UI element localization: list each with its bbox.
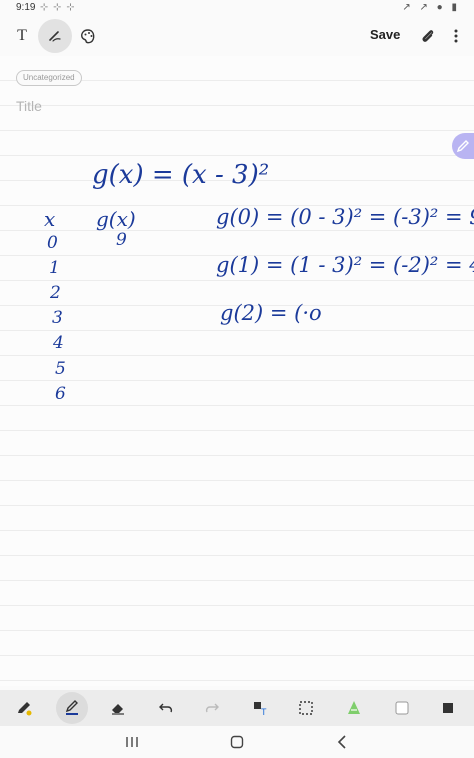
pen-settings-button[interactable] xyxy=(432,692,464,724)
highlighter-pen-icon xyxy=(18,702,32,716)
system-status-icons: ↗ ↗ ● ▮ xyxy=(402,2,460,13)
recent-apps-icon xyxy=(126,737,138,747)
back-icon xyxy=(337,735,346,749)
save-button[interactable]: Save xyxy=(370,27,400,42)
text-recognition-button[interactable]: T xyxy=(244,692,276,724)
eraser-icon xyxy=(112,704,124,715)
pen-mode-button[interactable] xyxy=(38,19,72,53)
selection-button[interactable] xyxy=(290,692,322,724)
title-input[interactable]: Title xyxy=(16,98,42,114)
settings-icon xyxy=(443,703,453,713)
recent-apps-button[interactable] xyxy=(112,728,152,756)
palette-icon xyxy=(81,29,95,44)
drawing-mode-button[interactable] xyxy=(72,20,104,52)
more-vertical-icon xyxy=(454,29,458,43)
text-icon: T xyxy=(17,27,27,44)
text-mode-button[interactable]: T xyxy=(6,20,38,52)
pen-tool-icon xyxy=(65,700,78,715)
undo-button[interactable] xyxy=(150,692,182,724)
pen-icon xyxy=(49,31,61,42)
text-recognition-icon: T xyxy=(254,702,267,717)
redo-button[interactable] xyxy=(196,692,228,724)
color-swatch-icon xyxy=(395,701,409,715)
svg-text:T: T xyxy=(261,707,267,717)
back-button[interactable] xyxy=(322,728,362,756)
paperclip-icon xyxy=(422,30,434,42)
note-canvas[interactable] xyxy=(0,56,474,686)
pencil-icon xyxy=(456,140,469,153)
eraser-button[interactable] xyxy=(102,692,134,724)
highlighter-pen-button[interactable] xyxy=(8,692,40,724)
shapes-icon xyxy=(348,701,360,714)
home-icon xyxy=(230,735,244,749)
note-toolbar: T Save xyxy=(0,16,474,56)
pen-button[interactable] xyxy=(56,692,88,724)
edge-panel-handle[interactable] xyxy=(452,133,474,159)
notification-indicators: ⊹ ⊹ ⊹ xyxy=(40,2,76,13)
shapes-button[interactable] xyxy=(338,692,370,724)
color-button[interactable] xyxy=(386,692,418,724)
home-button[interactable] xyxy=(217,728,257,756)
selection-icon xyxy=(299,701,313,715)
status-time: 9:19 xyxy=(16,2,36,13)
category-chip[interactable]: Uncategorized xyxy=(16,70,82,86)
status-bar: 9:19 ⊹ ⊹ ⊹ ↗ ↗ ● ▮ xyxy=(0,0,474,16)
more-options-button[interactable] xyxy=(440,20,472,52)
undo-icon xyxy=(159,703,173,713)
redo-icon xyxy=(205,703,219,713)
pen-toolbar: T xyxy=(0,690,474,726)
navigation-bar xyxy=(0,726,474,758)
